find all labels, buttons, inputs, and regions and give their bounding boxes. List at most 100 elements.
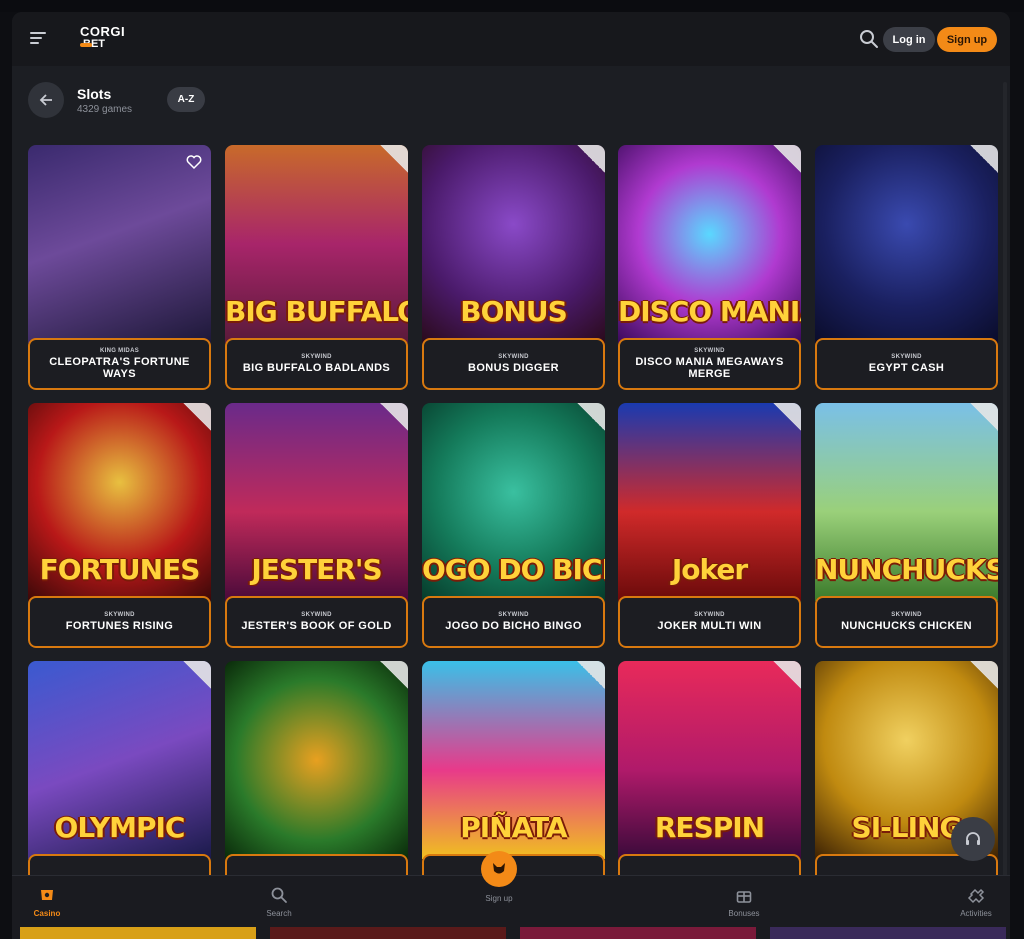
login-button[interactable]: Log in xyxy=(883,27,935,52)
game-thumbnail xyxy=(225,661,408,859)
peek-card xyxy=(770,927,1006,939)
provider-corner-badge xyxy=(380,145,408,173)
game-card[interactable]: BONUS SKYWIND BONUS DIGGER xyxy=(422,145,605,390)
game-provider: SKYWIND xyxy=(301,354,332,360)
provider-corner-badge xyxy=(773,661,801,689)
game-card[interactable]: OLYMPICSKYWIND xyxy=(28,661,211,906)
game-card[interactable]: NUNCHUCKS SKYWIND NUNCHUCKS CHICKEN xyxy=(815,403,998,648)
game-thumbnail xyxy=(815,145,998,343)
game-name: JOGO DO BICHO BINGO xyxy=(445,620,582,632)
signup-button[interactable]: Sign up xyxy=(937,27,997,52)
game-card[interactable]: SKYWIND xyxy=(225,661,408,906)
nav-casino-label: Casino xyxy=(33,909,61,918)
nav-activities-label: Activities xyxy=(960,909,992,918)
game-logo-art: DISCO MANIA xyxy=(618,295,801,328)
game-label: SKYWIND BIG BUFFALO BADLANDS xyxy=(225,338,408,390)
game-provider: SKYWIND xyxy=(104,612,135,618)
game-logo-art: BIG BUFFALO xyxy=(225,295,408,328)
logo-text-top: CORGI xyxy=(80,24,126,39)
casino-icon xyxy=(41,890,53,900)
game-card[interactable]: OGO DO BICHO SKYWIND JOGO DO BICHO BINGO xyxy=(422,403,605,648)
game-name: BONUS DIGGER xyxy=(468,362,559,374)
game-name: JOKER MULTI WIN xyxy=(657,620,762,632)
peek-card xyxy=(520,927,756,939)
game-card[interactable]: SKYWIND EGYPT CASH xyxy=(815,145,998,390)
game-card[interactable]: DISCO MANIA SKYWIND DISCO MANIA MEGAWAYS M… xyxy=(618,145,801,390)
arrow-left-icon xyxy=(39,94,52,106)
game-logo-art: BONUS xyxy=(460,295,567,328)
game-logo-art: Joker xyxy=(671,553,748,586)
game-card[interactable]: KING MIDAS CLEOPATRA'S FORTUNE WAYS xyxy=(28,145,211,390)
game-logo-art: RESPIN xyxy=(654,811,765,844)
game-name: CLEOPATRA'S FORTUNE WAYS xyxy=(49,356,190,380)
bone-icon xyxy=(80,43,92,47)
page-title: Slots xyxy=(77,86,112,102)
nav-signup[interactable] xyxy=(481,851,517,887)
game-provider: SKYWIND xyxy=(498,354,529,360)
corgi-icon xyxy=(493,863,505,874)
game-name: FORTUNES RISING xyxy=(65,620,174,632)
provider-corner-badge xyxy=(970,403,998,431)
app-panel: CORGI BET Log in Sign up Slots 4329 game… xyxy=(12,12,1010,939)
top-strip xyxy=(0,0,1024,12)
menu-icon[interactable] xyxy=(30,30,48,46)
game-card[interactable]: SI-LINGSKYWIND xyxy=(815,661,998,906)
game-name: BIG BUFFALO BADLANDS xyxy=(242,362,391,374)
game-provider: SKYWIND xyxy=(694,348,725,354)
provider-corner-badge xyxy=(970,661,998,689)
search-icon xyxy=(271,887,287,903)
game-card[interactable]: Joker SKYWIND JOKER MULTI WIN xyxy=(618,403,801,648)
provider-corner-badge xyxy=(183,403,211,431)
gift-icon xyxy=(736,891,752,903)
nav-bonuses-label: Bonuses xyxy=(728,909,760,918)
game-label: SKYWIND FORTUNES RISING xyxy=(28,596,211,648)
game-logo-art: OLYMPIC xyxy=(54,811,186,844)
game-thumbnail xyxy=(28,145,211,343)
game-provider: SKYWIND xyxy=(891,612,922,618)
sort-az-button[interactable]: A-Z xyxy=(167,87,205,112)
games-grid: KING MIDAS CLEOPATRA'S FORTUNE WAYS BIG BU… xyxy=(28,145,998,906)
back-button[interactable] xyxy=(28,82,64,118)
game-logo-art: PIÑATA xyxy=(460,811,567,844)
game-logo-art: FORTUNES xyxy=(39,553,201,586)
game-label: SKYWIND JOGO DO BICHO BINGO xyxy=(422,596,605,648)
game-provider: SKYWIND xyxy=(891,354,922,360)
nav-signup-label: Sign up xyxy=(485,894,513,903)
header: CORGI BET Log in Sign up xyxy=(12,12,1010,66)
game-card[interactable]: RESPINSKYWIND xyxy=(618,661,801,906)
game-card[interactable]: FORTUNES SKYWIND FORTUNES RISING xyxy=(28,403,211,648)
game-label: SKYWIND DISCO MANIA MEGAWAYS MERGE xyxy=(618,338,801,390)
game-label: SKYWIND BONUS DIGGER xyxy=(422,338,605,390)
game-label: SKYWIND NUNCHUCKS CHICKEN xyxy=(815,596,998,648)
peek-card xyxy=(20,927,256,939)
game-logo-art: JESTER'S xyxy=(251,553,382,586)
game-name: JESTER'S BOOK OF GOLD xyxy=(241,620,392,632)
support-button[interactable] xyxy=(951,817,995,861)
heart-icon[interactable] xyxy=(185,153,203,171)
game-logo-art: OGO DO BICHO xyxy=(422,553,605,586)
game-provider: SKYWIND xyxy=(301,612,332,618)
title-block: Slots 4329 games xyxy=(77,86,132,115)
provider-corner-badge xyxy=(380,403,408,431)
provider-corner-badge xyxy=(773,403,801,431)
game-card[interactable]: JESTER'S SKYWIND JESTER'S BOOK OF GOLD xyxy=(225,403,408,648)
game-card[interactable]: BIG BUFFALO SKYWIND BIG BUFFALO BADLANDS xyxy=(225,145,408,390)
scrollbar[interactable] xyxy=(1003,82,1007,902)
provider-corner-badge xyxy=(183,661,211,689)
game-name: DISCO MANIA MEGAWAYS MERGE xyxy=(635,356,784,380)
game-name: NUNCHUCKS CHICKEN xyxy=(841,620,972,632)
provider-corner-badge xyxy=(577,403,605,431)
game-provider: SKYWIND xyxy=(694,612,725,618)
game-name: EGYPT CASH xyxy=(868,362,945,374)
game-provider: KING MIDAS xyxy=(100,348,139,354)
game-label: SKYWIND EGYPT CASH xyxy=(815,338,998,390)
headset-icon xyxy=(966,832,980,845)
search-icon[interactable] xyxy=(859,29,879,49)
provider-corner-badge xyxy=(577,145,605,173)
nav-search-label: Search xyxy=(266,909,292,918)
game-label: SKYWIND JESTER'S BOOK OF GOLD xyxy=(225,596,408,648)
provider-corner-badge xyxy=(380,661,408,689)
games-count: 4329 games xyxy=(77,104,133,115)
game-label: SKYWIND JOKER MULTI WIN xyxy=(618,596,801,648)
logo[interactable]: CORGI BET xyxy=(80,25,128,50)
